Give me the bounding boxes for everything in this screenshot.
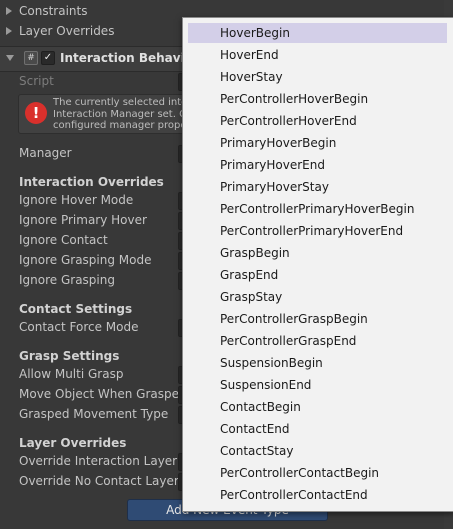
allow-multi-grasp-label: Allow Multi Grasp xyxy=(19,367,124,381)
ignore-contact-label: Ignore Contact xyxy=(19,233,108,247)
script-component-icon: # xyxy=(24,51,38,65)
layer-overrides-top-label: Layer Overrides xyxy=(19,24,115,38)
error-icon: ! xyxy=(25,102,47,124)
layer-overrides-header: Layer Overrides xyxy=(19,436,127,450)
dropdown-item-contactbegin[interactable]: ContactBegin xyxy=(188,397,447,417)
dropdown-item-graspstay[interactable]: GraspStay xyxy=(188,287,447,307)
grasped-movement-type-label: Grasped Movement Type xyxy=(19,407,169,421)
dropdown-item-hoverstay[interactable]: HoverStay xyxy=(188,67,447,87)
contact-settings-header: Contact Settings xyxy=(19,302,133,316)
dropdown-item-percontrollerprimaryhoverend[interactable]: PerControllerPrimaryHoverEnd xyxy=(188,221,447,241)
dropdown-item-percontrollerhoverend[interactable]: PerControllerHoverEnd xyxy=(188,111,447,131)
dropdown-item-graspend[interactable]: GraspEnd xyxy=(188,265,447,285)
manager-label: Manager xyxy=(19,146,72,160)
dropdown-item-percontrollercontactend[interactable]: PerControllerContactEnd xyxy=(188,485,447,505)
foldout-arrow-icon[interactable] xyxy=(6,7,12,15)
dropdown-item-suspensionbegin[interactable]: SuspensionBegin xyxy=(188,353,447,373)
override-interaction-layer-label: Override Interaction Layer xyxy=(19,454,178,468)
dropdown-item-hoverbegin[interactable]: HoverBegin xyxy=(188,23,447,43)
dropdown-item-percontrollergraspend[interactable]: PerControllerGraspEnd xyxy=(188,331,447,351)
grasp-settings-header: Grasp Settings xyxy=(19,349,120,363)
component-enabled-checkbox[interactable]: ✓ xyxy=(41,51,55,65)
help-text: The currently selected inter Interaction… xyxy=(53,97,192,131)
script-label: Script xyxy=(19,74,54,88)
dropdown-item-percontrollercontactbegin[interactable]: PerControllerContactBegin xyxy=(188,463,447,483)
dropdown-item-graspbegin[interactable]: GraspBegin xyxy=(188,243,447,263)
ignore-grasping-mode-label: Ignore Grasping Mode xyxy=(19,253,152,267)
component-foldout-arrow-icon[interactable] xyxy=(6,55,14,61)
dropdown-item-primaryhoverstay[interactable]: PrimaryHoverStay xyxy=(188,177,447,197)
dropdown-item-primaryhoverend[interactable]: PrimaryHoverEnd xyxy=(188,155,447,175)
ignore-primary-hover-label: Ignore Primary Hover xyxy=(19,213,147,227)
foldout-arrow-icon[interactable] xyxy=(6,27,12,35)
contact-force-mode-label: Contact Force Mode xyxy=(19,320,139,334)
dropdown-item-suspensionend[interactable]: SuspensionEnd xyxy=(188,375,447,395)
move-object-when-grasped-label: Move Object When Grasped xyxy=(19,387,187,401)
dropdown-item-contactend[interactable]: ContactEnd xyxy=(188,419,447,439)
dropdown-item-primaryhoverbegin[interactable]: PrimaryHoverBegin xyxy=(188,133,447,153)
dropdown-item-percontrollerprimaryhoverbegin[interactable]: PerControllerPrimaryHoverBegin xyxy=(188,199,447,219)
constraints-label: Constraints xyxy=(19,4,88,18)
dropdown-item-hoverend[interactable]: HoverEnd xyxy=(188,45,447,65)
event-type-dropdown[interactable]: HoverBegin HoverEnd HoverStay PerControl… xyxy=(182,17,453,512)
ignore-hover-mode-label: Ignore Hover Mode xyxy=(19,193,134,207)
dropdown-item-percontrollergraspbegin[interactable]: PerControllerGraspBegin xyxy=(188,309,447,329)
ignore-grasping-label: Ignore Grasping xyxy=(19,273,115,287)
interaction-overrides-header: Interaction Overrides xyxy=(19,175,164,189)
dropdown-item-contactstay[interactable]: ContactStay xyxy=(188,441,447,461)
dropdown-item-percontrollerhoverbegin[interactable]: PerControllerHoverBegin xyxy=(188,89,447,109)
override-no-contact-layer-label: Override No Contact Layer xyxy=(19,474,179,488)
